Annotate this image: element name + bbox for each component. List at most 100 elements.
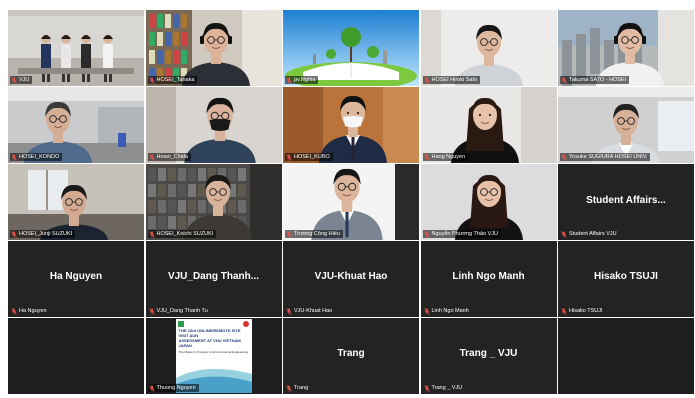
microphone-muted-icon [286, 384, 292, 392]
participant-tile[interactable]: HOSEI Hiroki Sato [420, 10, 557, 86]
participant-name-label: Student Affairs VJU [560, 230, 620, 238]
microphone-muted-icon [561, 307, 567, 315]
participant-name-label: HOSEI Hiroki Sato [422, 76, 481, 84]
participant-name: Thuong Nguyen [156, 385, 196, 391]
video-feed [283, 10, 419, 86]
video-feed [283, 87, 419, 163]
participant-tile[interactable]: HOSEI_KUBO [283, 87, 419, 163]
participant-name: Hosei_Chida [156, 154, 189, 160]
participant-display-name: Trang _ VJU [459, 348, 518, 359]
participant-tile[interactable]: VJU_Dang Thanh... VJU_Dang Thanh Tu [145, 241, 282, 317]
participant-tile[interactable]: Hosei_Chida [145, 87, 282, 163]
participant-display-name: VJU_Dang Thanh... [167, 271, 260, 282]
participant-tile[interactable]: Trương Công Hiếu [283, 164, 419, 240]
microphone-muted-icon [148, 230, 155, 238]
microphone-muted-icon [148, 76, 155, 84]
participant-name: VJU [19, 77, 30, 83]
participant-name-label: Hosei_Chida [147, 153, 191, 161]
participant-name: HOSEI_Tanaka [156, 77, 195, 83]
participant-display-name: VJU-Khuat Hao [314, 271, 388, 282]
participant-name: Trương Công Hiếu [294, 231, 340, 237]
participant-tile[interactable]: Trang Trang [283, 318, 419, 394]
microphone-muted-icon [561, 230, 567, 238]
participant-tile[interactable]: HOSEI_Tanaka [145, 10, 282, 86]
video-feed [420, 164, 557, 240]
participant-name: Hisako TSUJI [569, 308, 603, 314]
participant-name-label: Yosuke SUGIURA HOSEI UNIV. [560, 153, 651, 161]
participant-tile[interactable]: THE 23rd ONLINE/REMOTE SITE VISIT AUN ASS… [145, 318, 282, 394]
participant-name-label: HOSEI_KUBO [285, 153, 333, 161]
participant-name-label: Trang [285, 384, 311, 392]
microphone-muted-icon [148, 307, 155, 315]
empty-tile [8, 318, 144, 394]
microphone-muted-icon [11, 76, 17, 84]
participant-name: HOSEI_KONDO [19, 154, 60, 160]
video-feed [145, 87, 282, 163]
microphone-muted-icon [286, 307, 292, 315]
video-grid: VJU HOSEI_Tanaka pv.Nghia HOSEI Hiroki Sato… [8, 10, 694, 398]
video-feed [145, 10, 282, 86]
participant-display-name: Ha Nguyen [49, 271, 103, 282]
participant-name: VJU_Dang Thanh Tu [156, 308, 208, 314]
participant-tile[interactable]: VJU-Khuat Hao VJU-Khuat Hao [283, 241, 419, 317]
microphone-muted-icon [561, 153, 567, 161]
participant-name-label: VJU [10, 76, 33, 84]
participant-name-label: HOSEI_Tanaka [147, 76, 198, 84]
participant-name: Hang Nguyen [431, 154, 466, 160]
participant-tile[interactable]: Student Affairs... Student Affairs VJU [558, 164, 694, 240]
microphone-muted-icon [561, 76, 567, 84]
participant-name-label: VJU-Khuat Hao [285, 307, 335, 315]
participant-name: Ha Nguyen [19, 308, 47, 314]
microphone-muted-icon [286, 76, 292, 84]
poster-line-1: THE 23rd ONLINE/REMOTE SITE VISIT AUN [178, 328, 241, 338]
participant-tile[interactable]: HOSEI_Junji SUZUKI [8, 164, 144, 240]
participant-name-label: Ha Nguyen [10, 307, 50, 315]
participant-name-label: Trang _ VJU [423, 384, 466, 392]
participant-tile[interactable]: Hisako TSUJI Hisako TSUJI [558, 241, 694, 317]
participant-tile[interactable]: Linh Ngo Manh Linh Ngo Manh [420, 241, 557, 317]
participant-tile[interactable]: VJU [8, 10, 144, 86]
participant-name: Takuma SATO - HOSEI [569, 77, 627, 83]
participant-tile[interactable]: HOSEI_KONDO [8, 87, 144, 163]
participant-name-label: Takuma SATO - HOSEI [560, 76, 630, 84]
participant-display-name: Student Affairs... [586, 195, 666, 206]
video-feed [558, 87, 694, 163]
participant-name-label: Hang Nguyen [422, 153, 469, 161]
participant-name-label: HOSEI_Koichi SUZUKI [147, 230, 217, 238]
video-feed [8, 164, 144, 240]
video-feed [145, 164, 282, 240]
participant-name-label: HOSEI_Junji SUZUKI [10, 230, 76, 238]
participant-name-label: Nguyễn Phương Thảo VJU [422, 230, 502, 238]
participant-name-label: Thuong Nguyen [147, 384, 199, 392]
participant-tile[interactable]: Takuma SATO - HOSEI [558, 10, 694, 86]
participant-tile[interactable]: Yosuke SUGIURA HOSEI UNIV. [558, 87, 694, 163]
participant-name: Trang _ VJU [431, 385, 463, 391]
microphone-muted-icon [11, 230, 17, 238]
participant-name: HOSEI_Koichi SUZUKI [156, 231, 214, 237]
participant-tile[interactable]: HOSEI_Koichi SUZUKI [145, 164, 282, 240]
participant-tile[interactable]: pv.Nghia [283, 10, 419, 86]
participant-display-name: Linh Ngo Manh [452, 271, 525, 282]
participant-tile[interactable]: Trang _ VJU Trang _ VJU [420, 318, 557, 394]
participant-name: Trang [294, 385, 309, 391]
video-feed [420, 87, 557, 163]
participant-name: Student Affairs VJU [569, 231, 617, 237]
poster-line-2: ASSESSMENT AT VNU VIETNAM JAPAN [178, 338, 241, 348]
video-feed [8, 87, 144, 163]
participant-tile[interactable]: Hang Nguyen [420, 87, 557, 163]
poster-text: THE 23rd ONLINE/REMOTE SITE VISIT AUN ASS… [179, 328, 251, 355]
participant-name: HOSEI_KUBO [294, 154, 330, 160]
participant-name: Linh Ngo Manh [431, 308, 469, 314]
empty-tile [558, 318, 694, 394]
participant-tile[interactable]: Nguyễn Phương Thảo VJU [420, 164, 557, 240]
participant-name: HOSEI Hiroki Sato [431, 77, 478, 83]
microphone-muted-icon [11, 307, 17, 315]
participant-name-label: Linh Ngo Manh [423, 307, 472, 315]
participant-name-label: VJU_Dang Thanh Tu [148, 307, 211, 315]
video-feed [420, 10, 557, 86]
microphone-muted-icon [423, 153, 430, 161]
participant-tile[interactable]: Ha Nguyen Ha Nguyen [8, 241, 144, 317]
participant-name-label: pv.Nghia [285, 76, 319, 84]
participant-name: VJU-Khuat Hao [294, 308, 333, 314]
microphone-muted-icon [423, 307, 430, 315]
